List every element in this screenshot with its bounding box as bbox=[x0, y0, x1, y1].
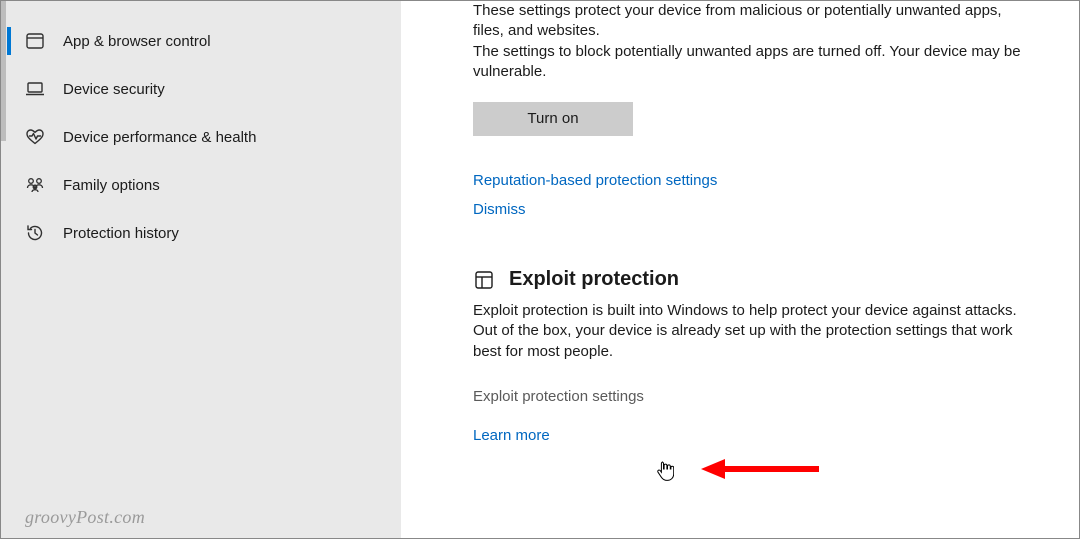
sidebar-item-family-options[interactable]: Family options bbox=[1, 161, 401, 209]
browser-icon bbox=[25, 31, 45, 51]
learn-more-link[interactable]: Learn more bbox=[473, 427, 1039, 444]
sidebar-item-label: Protection history bbox=[63, 225, 179, 242]
history-icon bbox=[25, 223, 45, 243]
sidebar-item-protection-history[interactable]: Protection history bbox=[1, 209, 401, 257]
family-icon bbox=[25, 175, 45, 195]
reputation-description-2: The settings to block potentially unwant… bbox=[473, 42, 1033, 83]
exploit-protection-title: Exploit protection bbox=[509, 268, 679, 291]
sidebar-item-label: Device performance & health bbox=[63, 129, 256, 146]
exploit-protection-settings-link[interactable]: Exploit protection settings bbox=[473, 388, 644, 405]
reputation-description-1: These settings protect your device from … bbox=[473, 1, 1033, 42]
sidebar-item-label: Family options bbox=[63, 177, 160, 194]
reputation-settings-link[interactable]: Reputation-based protection settings bbox=[473, 172, 1039, 189]
sidebar-item-app-browser-control[interactable]: App & browser control bbox=[1, 17, 401, 65]
exploit-protection-icon bbox=[473, 269, 495, 291]
sidebar-item-device-performance[interactable]: Device performance & health bbox=[1, 113, 401, 161]
exploit-protection-heading-row: Exploit protection bbox=[473, 268, 1039, 291]
dismiss-link[interactable]: Dismiss bbox=[473, 201, 1039, 218]
sidebar-item-label: Device security bbox=[63, 81, 165, 98]
exploit-protection-description: Exploit protection is built into Windows… bbox=[473, 301, 1033, 362]
turn-on-button[interactable]: Turn on bbox=[473, 102, 633, 136]
watermark-text: groovyPost.com bbox=[25, 507, 145, 528]
main-content: These settings protect your device from … bbox=[401, 1, 1079, 538]
laptop-icon bbox=[25, 79, 45, 99]
sidebar-item-label: App & browser control bbox=[63, 33, 211, 50]
sidebar: App & browser control Device security De… bbox=[1, 1, 401, 538]
sidebar-item-device-security[interactable]: Device security bbox=[1, 65, 401, 113]
health-icon bbox=[25, 127, 45, 147]
